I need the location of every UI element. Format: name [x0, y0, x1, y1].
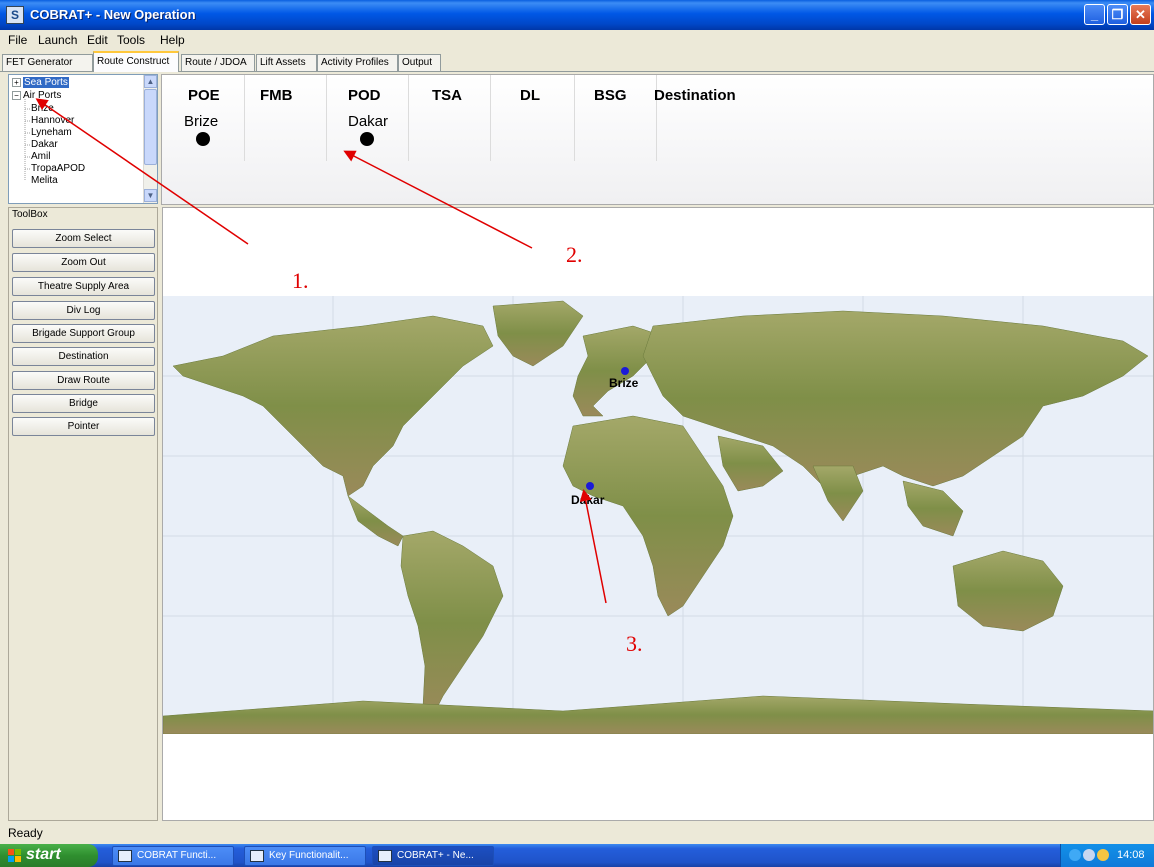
start-label: start — [26, 846, 61, 863]
scroll-thumb[interactable] — [144, 89, 157, 165]
taskbar: start COBRAT Functi... Key Functionalit.… — [0, 844, 1154, 867]
network-icon[interactable] — [1069, 849, 1081, 861]
column-header-bsg: BSG — [594, 87, 627, 104]
menu-bar: File Launch Edit Tools Help — [0, 30, 1154, 50]
minimize-button[interactable]: _ — [1084, 4, 1105, 25]
window-title: COBRAT+ - New Operation — [30, 7, 196, 22]
poe-node-icon[interactable] — [196, 132, 210, 146]
scroll-up-icon[interactable]: ▲ — [144, 75, 157, 88]
volume-icon[interactable] — [1083, 849, 1095, 861]
destination-button[interactable]: Destination — [12, 347, 155, 366]
tab-output[interactable]: Output — [398, 54, 441, 71]
menu-tools[interactable]: Tools — [117, 33, 145, 47]
map-canvas[interactable]: Brize Dakar — [162, 207, 1154, 821]
pod-value: Dakar — [348, 113, 389, 130]
status-text: Ready — [8, 826, 43, 840]
close-button[interactable]: ✕ — [1130, 4, 1151, 25]
tab-fet-generator[interactable]: FET Generator — [2, 54, 93, 71]
menu-edit[interactable]: Edit — [87, 33, 108, 47]
task-label: COBRAT+ - Ne... — [397, 850, 474, 861]
task-label: COBRAT Functi... — [137, 850, 217, 861]
draw-route-button[interactable]: Draw Route — [12, 371, 155, 390]
document-icon — [250, 850, 264, 862]
column-divider — [326, 75, 327, 161]
toolbox-panel: ToolBox Zoom Select Zoom Out Theatre Sup… — [8, 207, 158, 821]
menu-help[interactable]: Help — [160, 33, 185, 47]
column-header-pod: POD — [348, 87, 381, 104]
pod-node-icon[interactable] — [360, 132, 374, 146]
column-divider — [574, 75, 575, 161]
column-header-destination: Destination — [654, 87, 736, 104]
start-button[interactable]: start — [0, 844, 98, 867]
scroll-down-icon[interactable]: ▼ — [144, 189, 157, 202]
poe-value: Brize — [184, 113, 219, 130]
toolbox-label: ToolBox — [12, 209, 48, 220]
column-header-fmb: FMB — [260, 87, 293, 104]
column-divider — [244, 75, 245, 161]
column-header-tsa: TSA — [432, 87, 462, 104]
route-columns-panel[interactable]: POE FMB POD TSA DL BSG Destination Brize… — [161, 74, 1154, 205]
dakar-marker[interactable] — [586, 482, 594, 490]
menu-launch[interactable]: Launch — [38, 33, 77, 47]
task-label: Key Functionalit... — [269, 850, 349, 861]
clock: 14:08 — [1117, 849, 1145, 861]
tab-route-construct[interactable]: Route Construct — [93, 51, 179, 72]
port-tree[interactable]: + Sea Ports − Air Ports Brize Hannover Lyn… — [8, 74, 158, 204]
map-label-brize: Brize — [609, 376, 639, 390]
tree-lines — [24, 99, 31, 181]
zoom-select-button[interactable]: Zoom Select — [12, 229, 155, 248]
status-bar: Ready — [0, 822, 1154, 844]
security-icon[interactable] — [1097, 849, 1109, 861]
annotation-label-1: 1. — [292, 268, 309, 293]
windows-logo-icon — [8, 849, 21, 862]
theatre-supply-area-button[interactable]: Theatre Supply Area — [12, 277, 155, 296]
brigade-support-group-button[interactable]: Brigade Support Group — [12, 324, 155, 343]
div-log-button[interactable]: Div Log — [12, 301, 155, 320]
taskbar-item-key-functionality[interactable]: Key Functionalit... — [244, 846, 366, 866]
tab-lift-assets[interactable]: Lift Assets — [256, 54, 317, 71]
tab-activity-profiles[interactable]: Activity Profiles — [317, 54, 398, 71]
taskbar-item-cobrat-plus[interactable]: COBRAT+ - Ne... — [372, 846, 494, 866]
title-bar[interactable]: S COBRAT+ - New Operation _ ❐ ✕ — [0, 0, 1154, 30]
annotation-label-3: 3. — [626, 631, 643, 656]
column-header-poe: POE — [188, 87, 220, 104]
document-icon — [118, 850, 132, 862]
app-icon — [378, 850, 392, 862]
world-map[interactable]: Brize Dakar — [163, 296, 1154, 734]
pointer-button[interactable]: Pointer — [12, 417, 155, 436]
annotation-label-2: 2. — [566, 242, 583, 267]
map-label-dakar: Dakar — [571, 493, 605, 507]
brize-marker[interactable] — [621, 367, 629, 375]
app-icon: S — [6, 6, 24, 24]
system-tray: 14:08 — [1060, 844, 1154, 867]
column-header-dl: DL — [520, 87, 540, 104]
bridge-button[interactable]: Bridge — [12, 394, 155, 413]
taskbar-item-cobrat-functions[interactable]: COBRAT Functi... — [112, 846, 234, 866]
menu-file[interactable]: File — [8, 33, 27, 47]
column-divider — [408, 75, 409, 161]
maximize-button[interactable]: ❐ — [1107, 4, 1128, 25]
zoom-out-button[interactable]: Zoom Out — [12, 253, 155, 272]
tab-route-jdoa[interactable]: Route / JDOA — [181, 54, 255, 71]
tree-scrollbar[interactable]: ▲ ▼ — [143, 75, 157, 203]
column-divider — [490, 75, 491, 161]
tab-bar: FET Generator Route Construct Route / JD… — [0, 50, 1154, 72]
